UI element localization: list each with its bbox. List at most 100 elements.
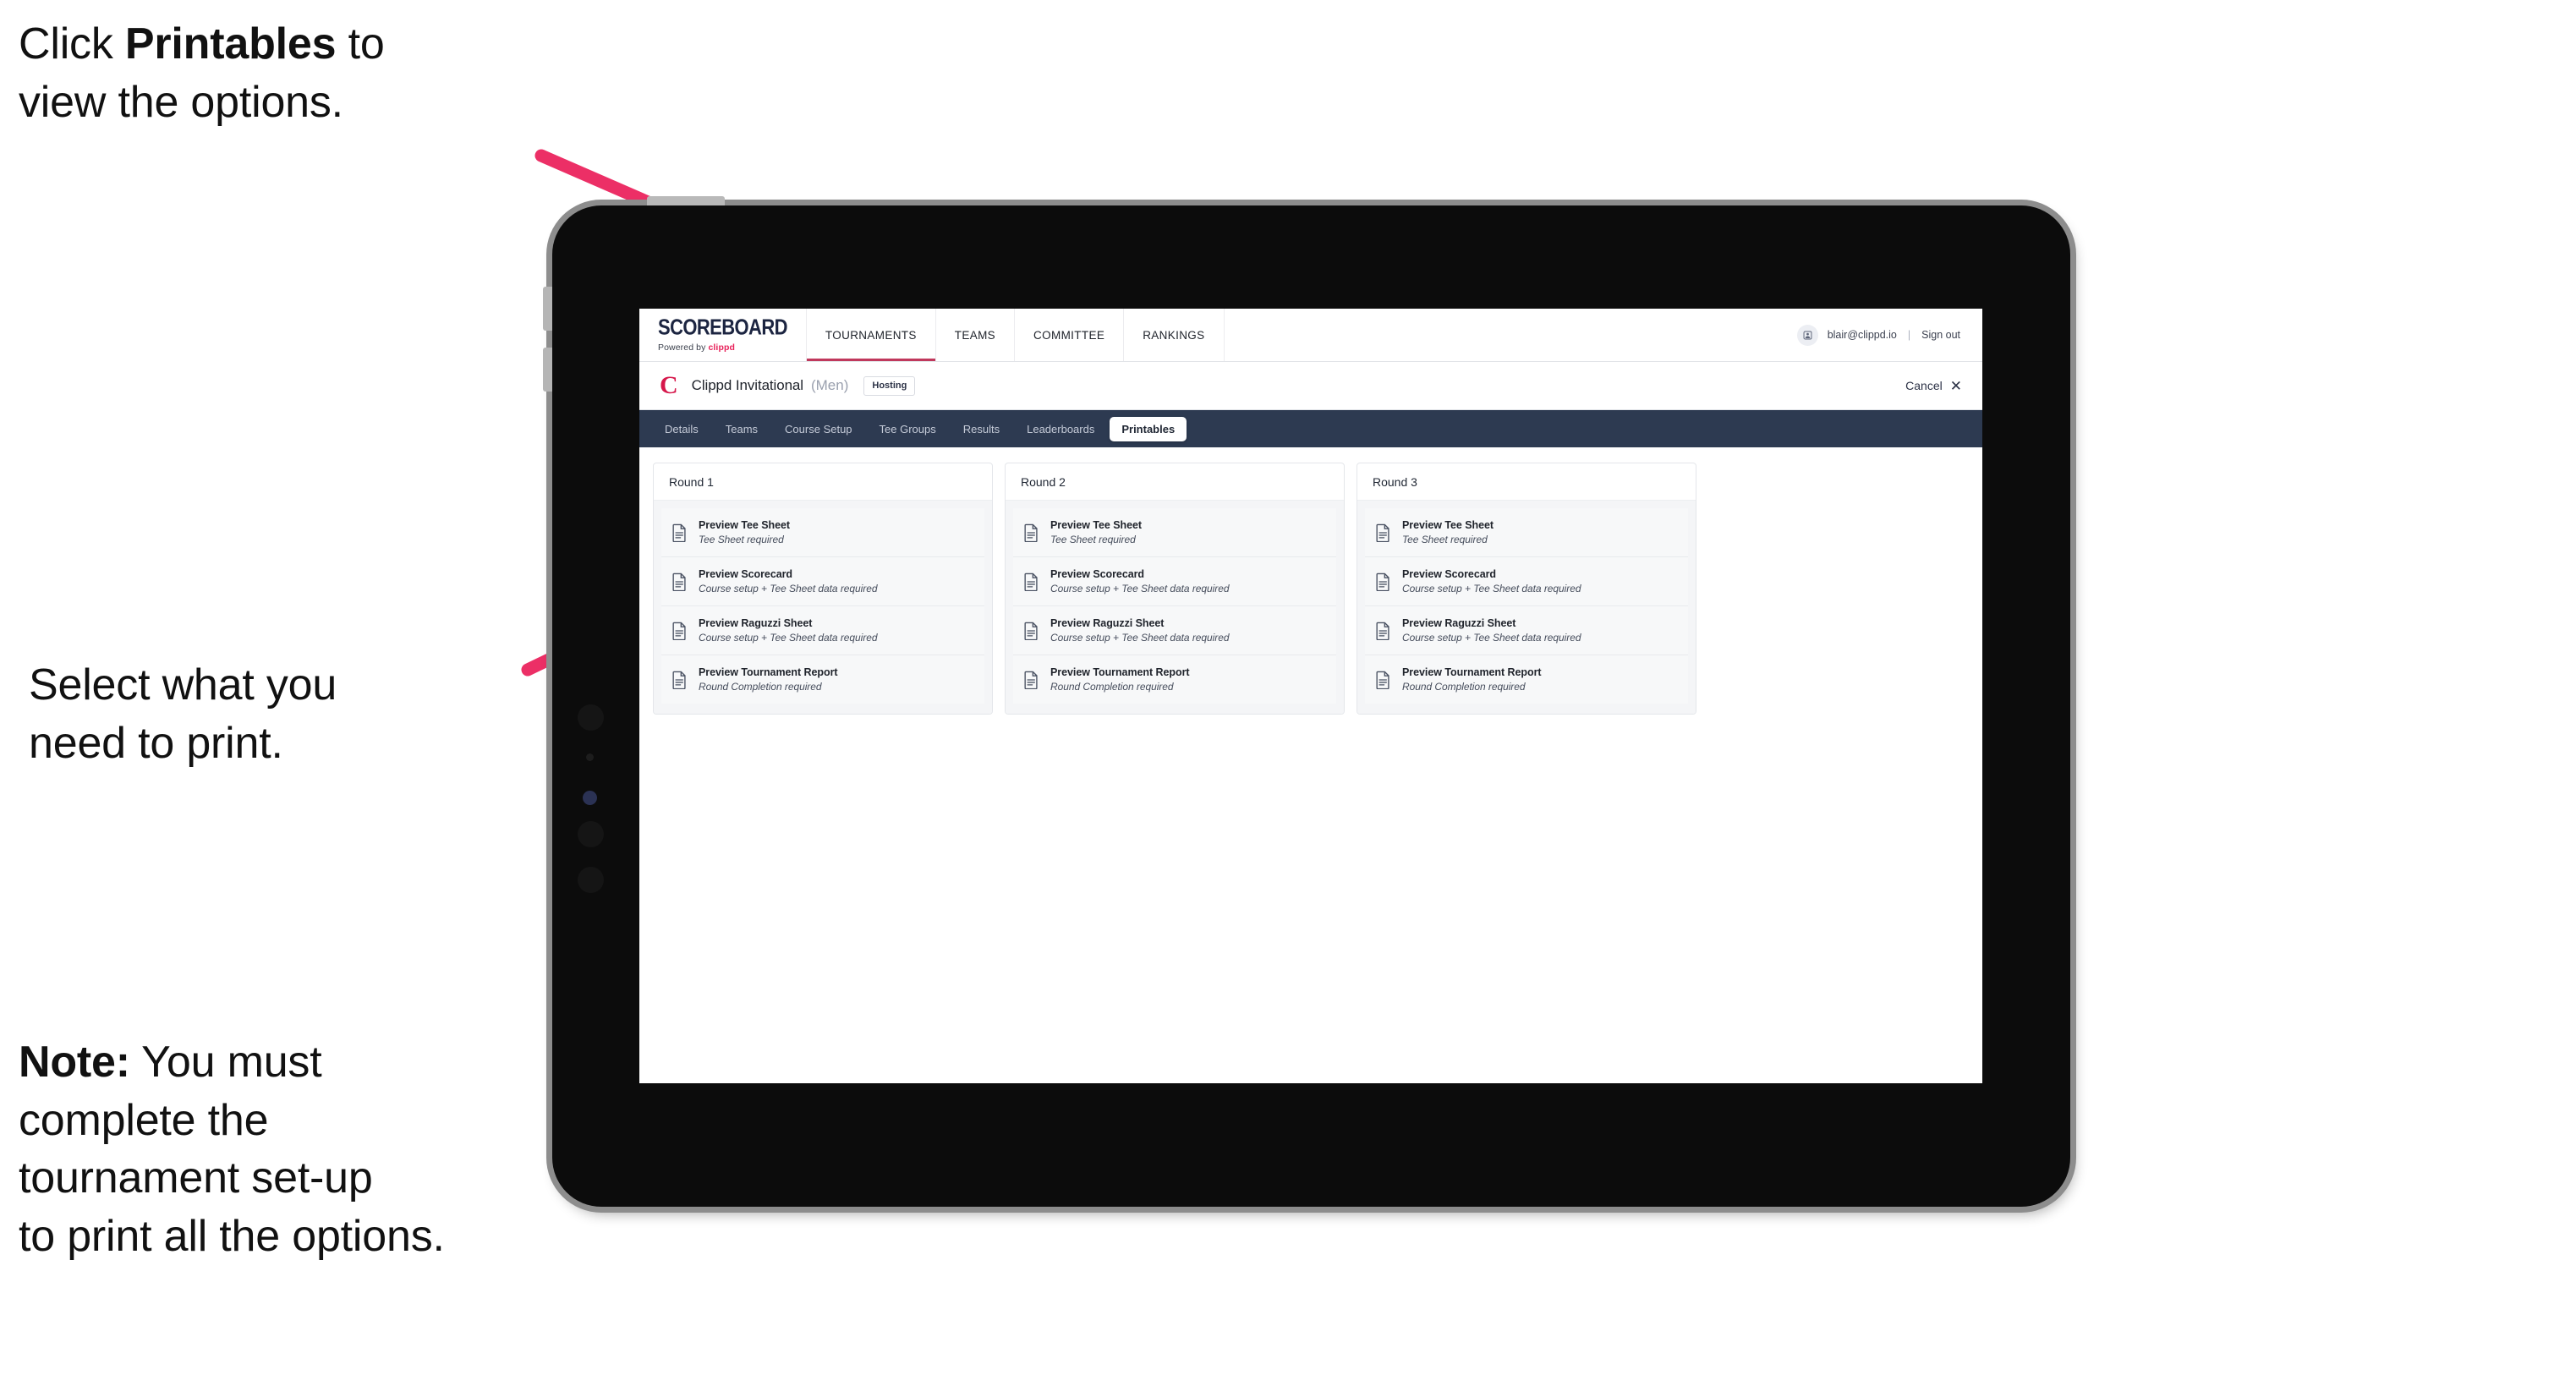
user-avatar-icon bbox=[1803, 331, 1812, 339]
printable-title: Preview Raguzzi Sheet bbox=[699, 617, 813, 629]
brand-tagline-prefix: Powered by bbox=[658, 342, 709, 353]
printable-item-raguzzi-sheet[interactable]: Preview Raguzzi Sheet Course setup + Tee… bbox=[661, 606, 984, 655]
tournament-header: C Clippd Invitational (Men) Hosting Canc… bbox=[639, 362, 1982, 410]
device-volume-down-button[interactable] bbox=[543, 348, 552, 392]
document-icon bbox=[1376, 572, 1389, 591]
printable-item-tee-sheet[interactable]: Preview Tee Sheet Tee Sheet required bbox=[1013, 508, 1336, 557]
printable-text: Preview Tournament Report Round Completi… bbox=[699, 666, 838, 693]
printable-requirement: Course setup + Tee Sheet data required bbox=[1402, 583, 1581, 594]
printable-item-scorecard[interactable]: Preview Scorecard Course setup + Tee She… bbox=[1365, 557, 1688, 606]
tab-label: Leaderboards bbox=[1027, 422, 1095, 436]
user-separator: | bbox=[1907, 329, 1911, 341]
device-speaker-hole-top bbox=[578, 704, 604, 731]
printable-item-scorecard[interactable]: Preview Scorecard Course setup + Tee She… bbox=[661, 557, 984, 606]
document-icon bbox=[672, 523, 686, 542]
document-icon bbox=[672, 622, 686, 640]
tab-label: Course Setup bbox=[785, 422, 852, 436]
tab-label: Details bbox=[665, 422, 699, 436]
avatar[interactable] bbox=[1796, 324, 1818, 346]
device-volume-up-button[interactable] bbox=[543, 287, 552, 331]
printable-text: Preview Scorecard Course setup + Tee She… bbox=[1050, 568, 1230, 594]
document-icon bbox=[1376, 523, 1389, 542]
printable-item-tee-sheet[interactable]: Preview Tee Sheet Tee Sheet required bbox=[661, 508, 984, 557]
tab-label: Teams bbox=[725, 422, 759, 436]
tab-leaderboards[interactable]: Leaderboards bbox=[1015, 417, 1106, 441]
document-icon bbox=[672, 572, 686, 591]
round-column-2: Round 2 Preview Tee Sheet Tee Sheet requ… bbox=[1005, 463, 1345, 715]
printable-text: Preview Scorecard Course setup + Tee She… bbox=[699, 568, 878, 594]
tab-label: Tee Groups bbox=[879, 422, 936, 436]
cancel-button[interactable]: Cancel ✕ bbox=[1905, 379, 1962, 393]
document-icon bbox=[1376, 671, 1389, 689]
brand-tagline: Powered by clippd bbox=[658, 342, 787, 353]
tab-course-setup[interactable]: Course Setup bbox=[773, 417, 864, 441]
sign-out-link[interactable]: Sign out bbox=[1921, 329, 1960, 341]
device-speaker-hole-bottom bbox=[578, 867, 604, 893]
tab-results[interactable]: Results bbox=[951, 417, 1011, 441]
printable-requirement: Tee Sheet required bbox=[1402, 534, 1488, 545]
round-item-list: Preview Tee Sheet Tee Sheet required Pre… bbox=[654, 501, 992, 714]
printable-text: Preview Tee Sheet Tee Sheet required bbox=[1050, 519, 1142, 545]
printable-text: Preview Tournament Report Round Completi… bbox=[1050, 666, 1190, 693]
topnav-label: COMMITTEE bbox=[1033, 328, 1105, 342]
printable-title: Preview Tournament Report bbox=[1402, 666, 1542, 678]
printable-requirement: Round Completion required bbox=[1402, 681, 1526, 693]
instruction-text-middle: Select what you need to print. bbox=[29, 660, 337, 768]
printable-title: Preview Raguzzi Sheet bbox=[1402, 617, 1516, 629]
brand-logo[interactable]: SCOREBOARD Powered by clippd bbox=[639, 309, 806, 361]
app-screen: SCOREBOARD Powered by clippd TOURNAMENTS… bbox=[639, 309, 1982, 1083]
topnav-item-teams[interactable]: TEAMS bbox=[934, 309, 1014, 361]
device-microphone-icon bbox=[586, 753, 594, 761]
tab-teams[interactable]: Teams bbox=[714, 417, 770, 441]
document-icon bbox=[1376, 622, 1389, 640]
instruction-top-prefix: Click bbox=[19, 19, 125, 68]
brand-tagline-name: clippd bbox=[708, 342, 735, 353]
printable-requirement: Course setup + Tee Sheet data required bbox=[1050, 632, 1230, 644]
topnav-item-committee[interactable]: COMMITTEE bbox=[1014, 309, 1123, 361]
topnav-item-tournaments[interactable]: TOURNAMENTS bbox=[805, 309, 935, 361]
round-column-3: Round 3 Preview Tee Sheet Tee Sheet requ… bbox=[1357, 463, 1696, 715]
printable-item-tournament-report[interactable]: Preview Tournament Report Round Completi… bbox=[1365, 655, 1688, 704]
printable-item-tee-sheet[interactable]: Preview Tee Sheet Tee Sheet required bbox=[1365, 508, 1688, 557]
printable-item-tournament-report[interactable]: Preview Tournament Report Round Completi… bbox=[661, 655, 984, 704]
round-title: Round 3 bbox=[1357, 463, 1696, 501]
tab-printables[interactable]: Printables bbox=[1110, 416, 1187, 441]
printable-title: Preview Scorecard bbox=[1402, 568, 1497, 580]
instruction-top-bold: Printables bbox=[124, 19, 337, 68]
printable-text: Preview Tournament Report Round Completi… bbox=[1402, 666, 1542, 693]
printable-title: Preview Tee Sheet bbox=[1402, 519, 1494, 531]
topnav-label: TOURNAMENTS bbox=[825, 328, 917, 342]
topnav-item-rankings[interactable]: RANKINGS bbox=[1123, 309, 1223, 361]
printable-text: Preview Scorecard Course setup + Tee She… bbox=[1402, 568, 1581, 594]
tab-label: Printables bbox=[1121, 422, 1176, 436]
printable-title: Preview Tee Sheet bbox=[699, 519, 791, 531]
tab-details[interactable]: Details bbox=[653, 417, 710, 441]
document-icon bbox=[1024, 622, 1038, 640]
printable-item-raguzzi-sheet[interactable]: Preview Raguzzi Sheet Course setup + Tee… bbox=[1013, 606, 1336, 655]
brand-title: SCOREBOARD bbox=[658, 314, 788, 339]
app-top-navigation: SCOREBOARD Powered by clippd TOURNAMENTS… bbox=[639, 309, 1982, 362]
printable-text: Preview Tee Sheet Tee Sheet required bbox=[1402, 519, 1494, 545]
printable-title: Preview Scorecard bbox=[699, 568, 793, 580]
clippd-logo-icon: C bbox=[660, 371, 678, 399]
user-email: blair@clippd.io bbox=[1827, 329, 1897, 341]
status-badge: Hosting bbox=[863, 375, 916, 396]
printable-title: Preview Tournament Report bbox=[1050, 666, 1190, 678]
topnav-spacer bbox=[1223, 309, 1782, 361]
device-top-button[interactable] bbox=[647, 196, 725, 205]
printable-requirement: Tee Sheet required bbox=[1050, 534, 1136, 545]
tab-tee-groups[interactable]: Tee Groups bbox=[868, 417, 948, 441]
tournament-name: Clippd Invitational bbox=[691, 377, 803, 393]
round-title: Round 1 bbox=[654, 463, 992, 501]
printable-text: Preview Raguzzi Sheet Course setup + Tee… bbox=[1050, 617, 1230, 644]
printable-requirement: Course setup + Tee Sheet data required bbox=[699, 632, 878, 644]
instruction-text-top: Click Printables to view the options. bbox=[19, 15, 577, 131]
tab-label: Results bbox=[962, 422, 1000, 436]
section-tab-bar: Details Teams Course Setup Tee Groups Re… bbox=[639, 410, 1982, 447]
printable-item-scorecard[interactable]: Preview Scorecard Course setup + Tee She… bbox=[1013, 557, 1336, 606]
user-account-area: blair@clippd.io | Sign out bbox=[1782, 309, 1982, 361]
printable-item-raguzzi-sheet[interactable]: Preview Raguzzi Sheet Course setup + Tee… bbox=[1365, 606, 1688, 655]
printable-item-tournament-report[interactable]: Preview Tournament Report Round Completi… bbox=[1013, 655, 1336, 704]
note-label: Note: bbox=[19, 1038, 130, 1087]
round-item-list: Preview Tee Sheet Tee Sheet required Pre… bbox=[1006, 501, 1344, 714]
